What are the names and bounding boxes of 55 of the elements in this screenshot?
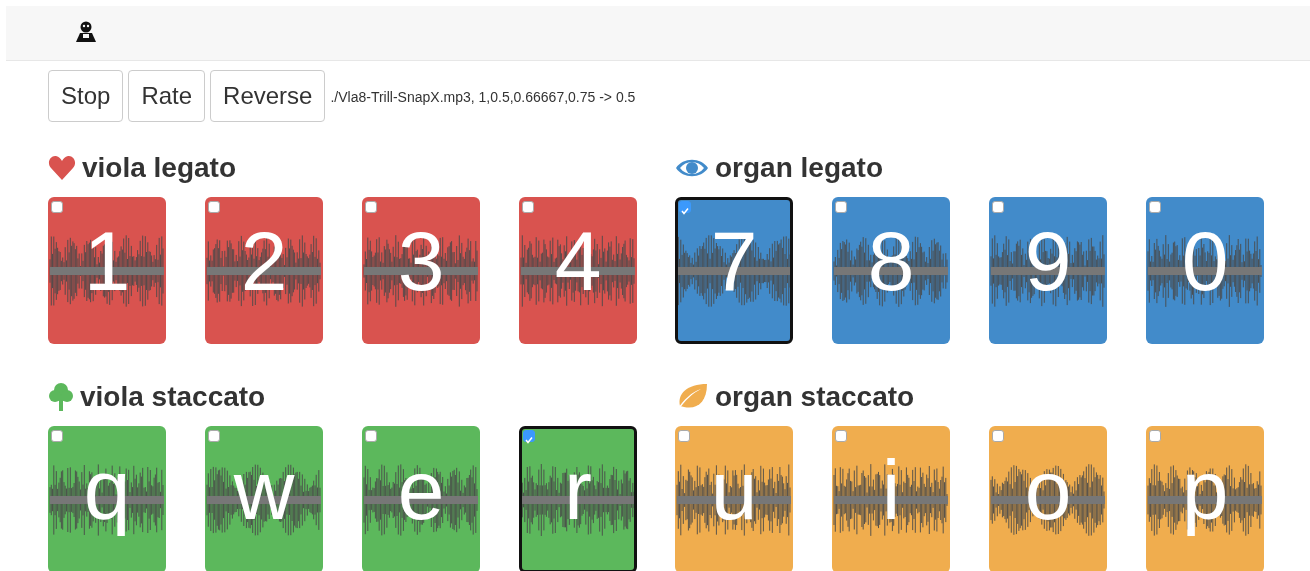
checkbox[interactable] [1149, 430, 1161, 442]
checkbox[interactable] [678, 430, 690, 442]
sample-card[interactable]: 9 [989, 197, 1107, 344]
key-label: r [564, 448, 592, 532]
sample-card[interactable]: u [675, 426, 793, 571]
key-label: w [233, 448, 295, 532]
key-label: 2 [240, 219, 288, 303]
checkbox[interactable] [51, 201, 63, 213]
heart-icon [48, 155, 76, 181]
checkbox[interactable] [51, 430, 63, 442]
key-label: o [1024, 448, 1072, 532]
key-label: 1 [83, 219, 131, 303]
key-label: 3 [397, 219, 445, 303]
sample-card[interactable]: q [48, 426, 166, 571]
sample-card[interactable]: e [362, 426, 480, 571]
key-label: 9 [1024, 219, 1072, 303]
key-label: 0 [1181, 219, 1229, 303]
sample-card[interactable]: 8 [832, 197, 950, 344]
tree-icon [48, 382, 74, 412]
checkbox[interactable] [679, 201, 691, 213]
section-heading: organ staccato [715, 381, 915, 413]
sample-card[interactable]: 0 [1146, 197, 1264, 344]
checkbox[interactable] [992, 201, 1004, 213]
checkbox[interactable] [1149, 201, 1161, 213]
checkbox[interactable] [522, 201, 534, 213]
sample-card[interactable]: p [1146, 426, 1264, 571]
section-heading: viola staccato [80, 381, 266, 413]
checkbox[interactable] [835, 201, 847, 213]
sample-card[interactable]: w [205, 426, 323, 571]
status-text: ./Vla8-Trill-SnapX.mp3, 1,0.5,0.66667,0.75 -> 0.5 [330, 89, 636, 105]
key-label: 4 [554, 219, 602, 303]
checkbox[interactable] [365, 430, 377, 442]
sample-card[interactable]: 4 [519, 197, 637, 344]
sample-card[interactable]: r [519, 426, 637, 571]
sample-card[interactable]: 7 [675, 197, 793, 344]
checkbox[interactable] [208, 430, 220, 442]
key-label: 8 [867, 219, 915, 303]
key-label: e [397, 448, 445, 532]
toolbar-button[interactable]: Rate [128, 70, 206, 122]
sample-card[interactable]: 1 [48, 197, 166, 344]
sample-card[interactable]: 2 [205, 197, 323, 344]
key-label: u [710, 448, 758, 532]
checkbox[interactable] [523, 430, 535, 442]
checkbox[interactable] [835, 430, 847, 442]
checkbox[interactable] [992, 430, 1004, 442]
sample-card[interactable]: 3 [362, 197, 480, 344]
toolbar-button[interactable]: Stop [48, 70, 124, 122]
toolbar-button[interactable]: Reverse [210, 70, 326, 122]
key-label: 7 [710, 219, 758, 303]
checkbox[interactable] [208, 201, 220, 213]
checkbox[interactable] [365, 201, 377, 213]
section-heading: organ legato [715, 152, 883, 184]
logo-icon[interactable] [73, 21, 99, 45]
sample-card[interactable]: o [989, 426, 1107, 571]
section-heading: viola legato [82, 152, 237, 184]
